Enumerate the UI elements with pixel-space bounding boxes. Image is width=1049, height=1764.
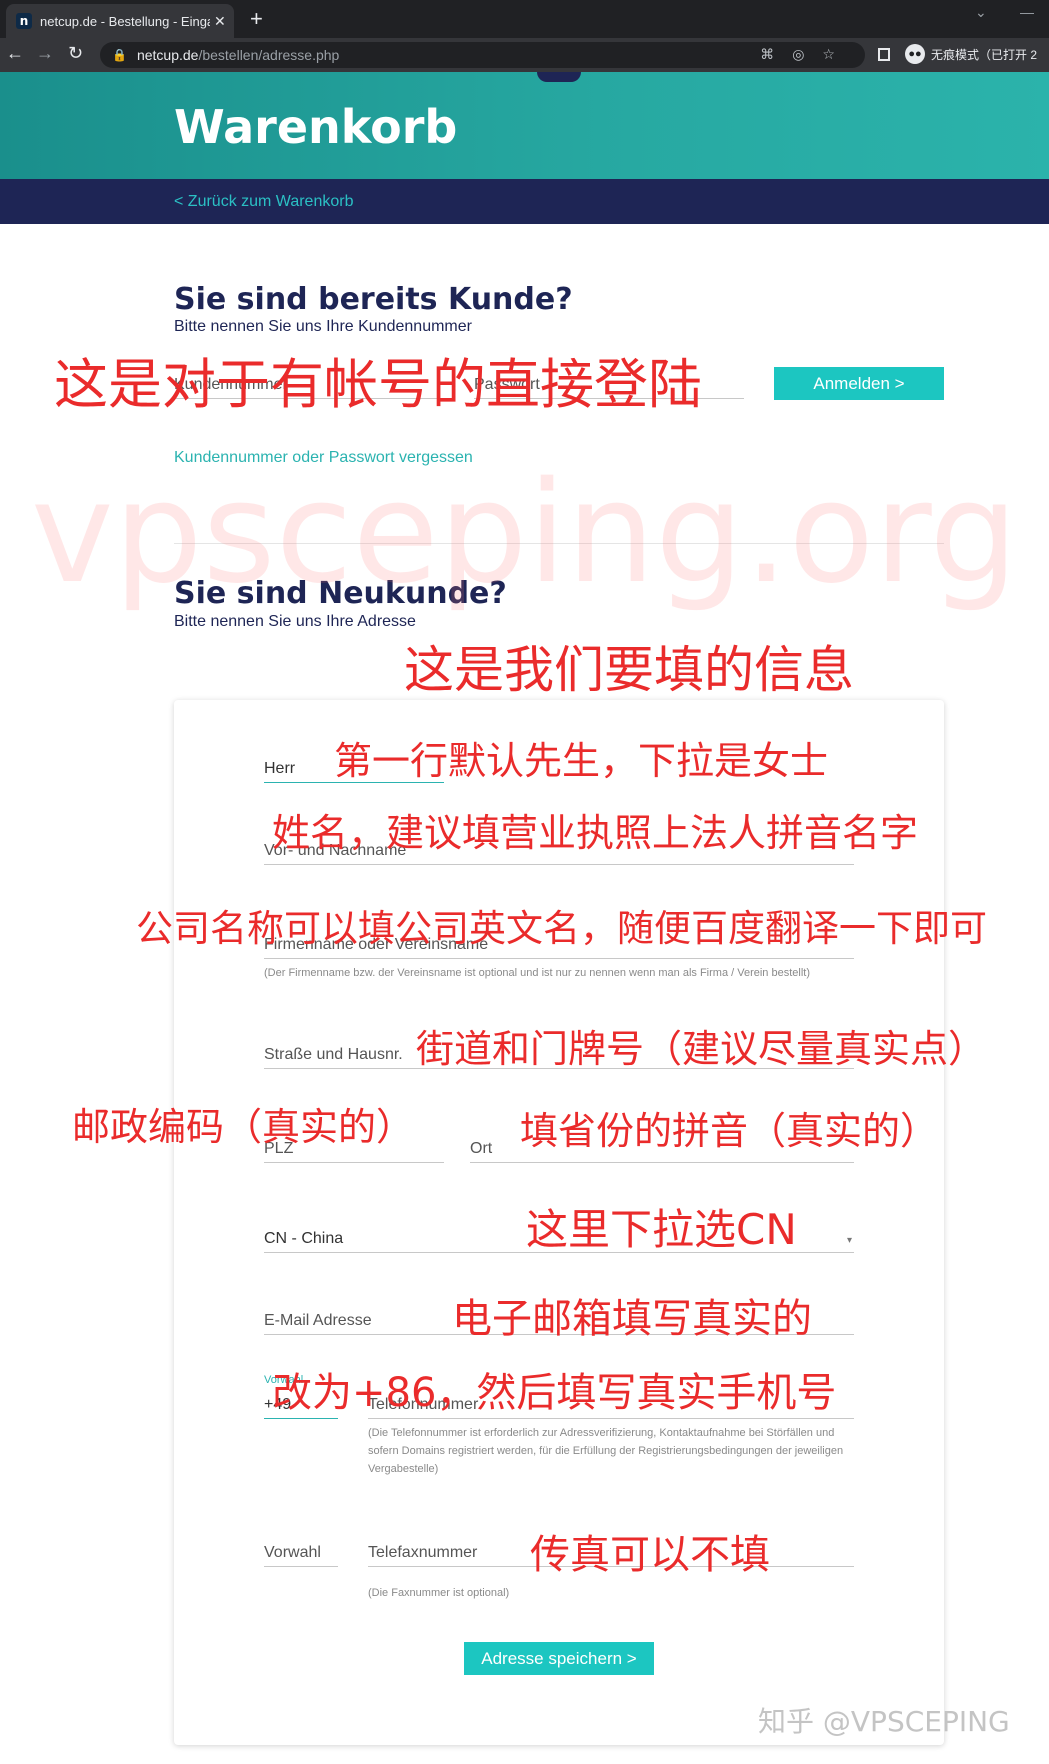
phone-hint: (Die Telefonnummer ist erforderlich zur … — [368, 1427, 844, 1475]
login-heading: Sie sind bereits Kunde? — [174, 282, 573, 317]
url-text: netcup.de/bestellen/adresse.php — [136, 47, 340, 63]
browser-tabstrip: n netcup.de - Bestellung - Eingabe ✕ + ⌄… — [0, 0, 1049, 38]
signup-subheading: Bitte nennen Sie uns Ihre Adresse — [174, 613, 416, 630]
browser-tab[interactable]: n netcup.de - Bestellung - Eingabe ✕ — [6, 4, 234, 38]
save-address-button[interactable]: Adresse speichern > — [464, 1642, 654, 1675]
login-subheading: Bitte nennen Sie uns Ihre Kundennummer — [174, 318, 472, 335]
incognito-label: 无痕模式（已打开 2 — [931, 47, 1038, 62]
annotation-salutation: 第一行默认先生，下拉是女士 — [334, 739, 829, 783]
new-tab-icon[interactable]: + — [250, 6, 263, 32]
header-notch — [537, 72, 581, 82]
back-to-cart-link[interactable]: < Zurück zum Warenkorb — [174, 193, 353, 211]
back-arrow-icon[interactable]: ← — [6, 43, 24, 64]
page-header: Warenkorb — [0, 72, 1049, 179]
annotation-phone: 改为+86，然后填写真实手机号 — [272, 1370, 837, 1416]
sub-navigation: < Zurück zum Warenkorb — [0, 179, 1049, 224]
tab-search-icon[interactable]: ⌄ — [975, 4, 987, 21]
annotation-zip: 邮政编码（真实的） — [72, 1105, 415, 1149]
minimize-icon[interactable]: — — [1020, 4, 1034, 20]
annotation-country: 这里下拉选CN — [526, 1205, 797, 1254]
annotation-name: 姓名，建议填营业执照上法人拼音名字 — [272, 811, 919, 855]
annotation-street: 街道和门牌号（建议尽量真实点） — [416, 1027, 987, 1071]
incognito-icon: ●● — [905, 44, 925, 64]
browser-toolbar: ← → ↻ 🔒 netcup.de/bestellen/adresse.php … — [0, 38, 1049, 72]
fax-prefix-input[interactable]: Vorwahl — [264, 1536, 338, 1567]
zhihu-credit: 知乎 @VPSCEPING — [758, 1705, 1010, 1738]
omnibox-action-icons[interactable]: ⌘◎☆ — [760, 46, 853, 63]
login-button[interactable]: Anmelden > — [774, 367, 944, 400]
tab-title: netcup.de - Bestellung - Eingabe — [40, 13, 210, 29]
fax-hint: (Die Faxnummer ist optional) — [368, 1587, 510, 1599]
annotation-city: 填省份的拼音（真实的） — [520, 1109, 939, 1153]
annotation-signup: 这是我们要填的信息 — [404, 641, 854, 699]
side-panel-icon[interactable] — [878, 48, 890, 61]
forward-arrow-icon[interactable]: → — [36, 43, 54, 64]
lock-icon[interactable]: 🔒 — [112, 48, 127, 62]
reload-icon[interactable]: ↻ — [68, 43, 83, 64]
chevron-down-icon: ▾ — [846, 1235, 852, 1246]
page-title: Warenkorb — [174, 100, 458, 154]
close-tab-icon[interactable]: ✕ — [214, 13, 226, 30]
annotation-fax: 传真可以不填 — [530, 1532, 770, 1578]
netcup-favicon-icon: n — [16, 13, 32, 29]
address-bar[interactable]: 🔒 netcup.de/bestellen/adresse.php ⌘◎☆ — [100, 42, 865, 68]
annotation-login: 这是对于有帐号的直接登陆 — [54, 353, 702, 416]
watermark: vpsceping.org — [30, 452, 1019, 615]
annotation-company: 公司名称可以填公司英文名，随便百度翻译一下即可 — [136, 907, 987, 950]
company-hint: (Der Firmenname bzw. der Vereinsname ist… — [264, 967, 810, 979]
annotation-email: 电子邮箱填写真实的 — [452, 1296, 812, 1342]
incognito-indicator[interactable]: ●● 无痕模式（已打开 2 — [905, 44, 1037, 64]
